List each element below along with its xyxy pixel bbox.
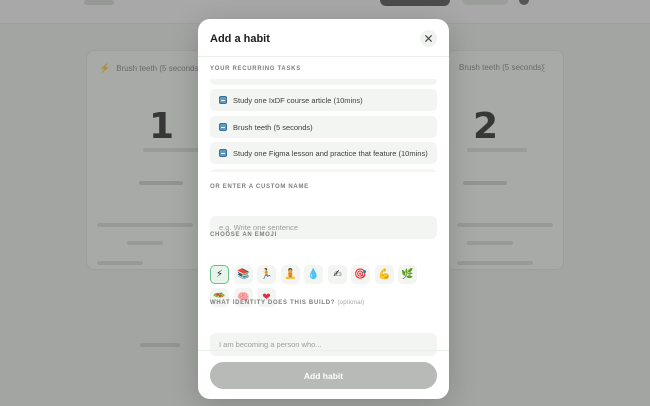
close-button[interactable] — [420, 30, 437, 47]
emoji-option-flexed-bicep-icon[interactable]: 💪 — [375, 265, 394, 284]
runner-icon: 🏃 — [260, 268, 273, 280]
close-icon — [425, 35, 432, 42]
emoji-option-herb-icon[interactable]: 🌿 — [398, 265, 417, 284]
add-habit-button[interactable]: Add habit — [210, 362, 437, 389]
emoji-option-runner-icon[interactable]: 🏃 — [257, 265, 276, 284]
emoji-option-target-icon[interactable]: 🎯 — [351, 265, 370, 284]
list-item[interactable] — [210, 169, 437, 172]
recurring-tasks-label: YOUR RECURRING TASKS — [210, 66, 301, 72]
recurring-task-item[interactable]: Study one IxDF course article (10mins) — [210, 89, 437, 111]
flexed-bicep-icon: 💪 — [378, 268, 391, 280]
meditation-icon: 🧘 — [284, 268, 297, 280]
target-icon: 🎯 — [354, 268, 367, 280]
writing-hand-icon: ✍ — [333, 268, 342, 280]
emoji-option-books-icon[interactable]: 📚 — [234, 265, 253, 284]
herb-icon: 🌿 — [401, 268, 414, 280]
recurring-task-item[interactable]: Study one Figma lesson and practice that… — [210, 142, 437, 164]
droplet-icon: 💧 — [307, 268, 320, 280]
emoji-label: CHOOSE AN EMOJI — [210, 232, 277, 238]
recurring-task-label: Study one IxDF course article (10mins) — [233, 95, 363, 105]
emoji-option-lightning-icon[interactable]: ⚡ — [210, 265, 229, 284]
emoji-option-meditation-icon[interactable]: 🧘 — [281, 265, 300, 284]
modal-title: Add a habit — [210, 33, 270, 45]
add-habit-modal: Add a habit YOUR RECURRING TASKS Study o… — [198, 19, 449, 399]
divider — [198, 56, 449, 57]
recurring-task-label: Brush teeth (5 seconds) — [233, 122, 313, 132]
books-icon: 📚 — [237, 268, 250, 280]
books-icon — [219, 96, 227, 104]
optional-hint: (optional) — [337, 300, 365, 306]
custom-name-label: OR ENTER A CUSTOM NAME — [210, 184, 309, 190]
books-icon — [219, 123, 227, 131]
identity-label: WHAT IDENTITY DOES THIS BUILD? (optional… — [210, 300, 365, 306]
list-item[interactable] — [210, 79, 437, 85]
recurring-task-list[interactable]: Study one IxDF course article (10mins) B… — [210, 79, 437, 172]
divider — [198, 350, 449, 351]
identity-input[interactable] — [210, 333, 437, 356]
emoji-option-droplet-icon[interactable]: 💧 — [304, 265, 323, 284]
lightning-icon: ⚡ — [215, 268, 224, 280]
books-icon — [219, 149, 227, 157]
recurring-task-label: Study one Figma lesson and practice that… — [233, 148, 428, 158]
recurring-task-item[interactable]: Brush teeth (5 seconds) — [210, 116, 437, 138]
emoji-option-writing-hand-icon[interactable]: ✍ — [328, 265, 347, 284]
